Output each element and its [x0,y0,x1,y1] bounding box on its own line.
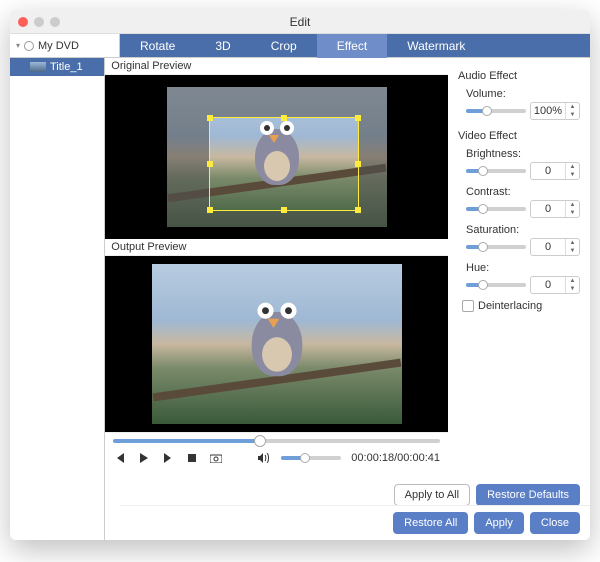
brightness-spinner[interactable]: 0▲▼ [530,162,580,180]
deinterlacing-label: Deinterlacing [478,300,542,312]
crop-overlay[interactable] [167,87,387,227]
contrast-label: Contrast: [458,186,580,198]
contrast-slider[interactable] [466,207,526,211]
spin-down[interactable]: ▼ [566,111,579,119]
seek-slider[interactable] [113,439,440,443]
brightness-thumb[interactable] [478,166,488,176]
tab-bar: Rotate 3D Crop Effect Watermark [120,34,590,57]
crop-handle-sw[interactable] [207,207,213,213]
crop-handle-se[interactable] [355,207,361,213]
sidebar-root[interactable]: ▾ My DVD [10,37,85,55]
brightness-label: Brightness: [458,148,580,160]
original-video-frame [167,87,387,227]
output-preview-label: Output Preview [105,239,448,256]
brightness-slider[interactable] [466,169,526,173]
mid-buttons: Apply to All Restore Defaults [394,484,580,506]
volume-icon[interactable] [257,451,271,465]
restore-all-button[interactable]: Restore All [393,512,468,534]
playback-controls: 00:00:18/00:00:41 [105,432,448,471]
restore-defaults-button[interactable]: Restore Defaults [476,484,580,506]
sidebar-root-label: My DVD [38,40,79,52]
tab-crop[interactable]: Crop [251,34,317,58]
play-button[interactable] [137,451,151,465]
audio-volume-slider[interactable] [466,109,526,113]
video-effect-title: Video Effect [458,130,580,142]
window-title: Edit [10,15,590,29]
chevron-down-icon: ▾ [16,41,20,50]
audio-effect-title: Audio Effect [458,70,580,82]
stop-button[interactable] [185,451,199,465]
close-button[interactable]: Close [530,512,580,534]
titlebar: Edit [10,10,590,34]
time-display: 00:00:18/00:00:41 [351,452,440,464]
toolbar: ▾ My DVD Rotate 3D Crop Effect Watermark [10,34,590,58]
crop-handle-nw[interactable] [207,115,213,121]
volume-slider[interactable] [281,456,341,460]
audio-volume-thumb[interactable] [482,106,492,116]
saturation-thumb[interactable] [478,242,488,252]
spin-up[interactable]: ▲ [566,103,579,111]
sidebar: Title_1 [10,58,105,540]
apply-to-all-button[interactable]: Apply to All [394,484,470,506]
saturation-label: Saturation: [458,224,580,236]
tab-watermark[interactable]: Watermark [387,34,485,58]
minimize-window-button[interactable] [34,17,44,27]
main-area: Title_1 Original Preview [10,58,590,540]
zoom-window-button[interactable] [50,17,60,27]
prev-button[interactable] [113,451,127,465]
crop-handle-e[interactable] [355,161,361,167]
volume-thumb[interactable] [300,453,310,463]
deinterlacing-checkbox[interactable] [462,300,474,312]
crop-handle-w[interactable] [207,161,213,167]
tab-effect[interactable]: Effect [317,34,387,58]
output-video-frame [152,264,402,424]
hue-label: Hue: [458,262,580,274]
snapshot-button[interactable] [209,451,223,465]
saturation-spinner[interactable]: 0▲▼ [530,238,580,256]
crop-handle-n[interactable] [281,115,287,121]
next-button[interactable] [161,451,175,465]
crop-handle-s[interactable] [281,207,287,213]
hue-thumb[interactable] [478,280,488,290]
apply-button[interactable]: Apply [474,512,524,534]
contrast-thumb[interactable] [478,204,488,214]
seek-thumb[interactable] [254,435,266,447]
saturation-slider[interactable] [466,245,526,249]
sidebar-item-label: Title_1 [50,61,83,73]
tab-rotate[interactable]: Rotate [120,34,195,58]
hue-spinner[interactable]: 0▲▼ [530,276,580,294]
volume-label: Volume: [458,88,580,100]
audio-volume-value: 100% [531,105,565,117]
tab-3d[interactable]: 3D [195,34,250,58]
disc-icon [24,41,34,51]
sidebar-item-title1[interactable]: Title_1 [10,58,104,76]
bottom-bar: Restore All Apply Close [120,505,590,540]
preview-column: Original Preview [105,58,448,540]
original-preview-label: Original Preview [105,58,448,75]
crop-rect[interactable] [209,117,359,211]
output-preview [105,256,448,432]
deinterlacing-checkbox-row[interactable]: Deinterlacing [458,300,580,312]
original-preview [105,75,448,239]
clip-thumbnail [30,62,46,72]
hue-slider[interactable] [466,283,526,287]
edit-window: Edit ▾ My DVD Rotate 3D Crop Effect Wate… [10,10,590,540]
crop-handle-ne[interactable] [355,115,361,121]
close-window-button[interactable] [18,17,28,27]
contrast-spinner[interactable]: 0▲▼ [530,200,580,218]
audio-volume-spinner[interactable]: 100% ▲▼ [530,102,580,120]
effects-panel: Audio Effect Volume: 100% ▲▼ Video Effec… [448,58,590,540]
